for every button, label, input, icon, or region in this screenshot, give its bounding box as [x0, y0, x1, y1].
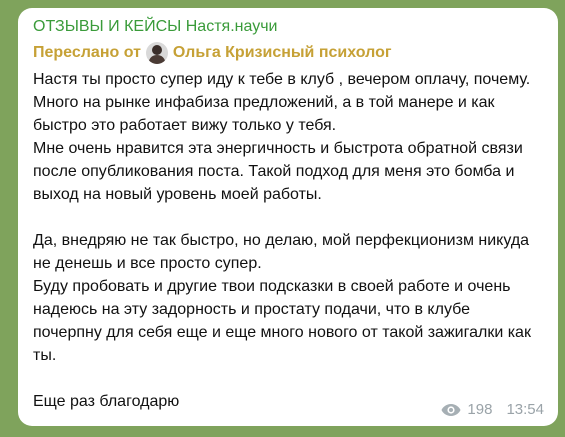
forwarded-prefix: Переслано от [33, 44, 141, 61]
message-bubble[interactable]: ОТЗЫВЫ И КЕЙСЫ Настя.научи Переслано от … [18, 8, 558, 426]
message-paragraph: Да, внедряю не так быстро, но делаю, мой… [33, 232, 530, 272]
forwarded-author-name[interactable]: Ольга Кризисный психолог [173, 44, 392, 62]
channel-name[interactable]: ОТЗЫВЫ И КЕЙСЫ Настя.научи [33, 18, 277, 36]
message-paragraph: Настя ты просто супер иду к тебе в клуб … [33, 71, 531, 88]
message-text: Настя ты просто супер иду к тебе в клуб … [33, 68, 543, 413]
message-meta: 198 13:54 [441, 401, 544, 418]
message-paragraph: Много на рынке инфабиза предложений, а в… [33, 94, 495, 134]
eye-icon [441, 403, 461, 416]
message-paragraph: Буду пробовать и другие твои подсказки в… [33, 278, 531, 364]
author-avatar[interactable] [145, 42, 168, 64]
forwarded-from[interactable]: Переслано от Ольга Кризисный психолог [33, 41, 392, 65]
message-time: 13:54 [506, 401, 544, 418]
message-paragraph: Мне очень нравится эта энергичность и бы… [33, 140, 523, 203]
view-count: 198 [467, 401, 493, 418]
